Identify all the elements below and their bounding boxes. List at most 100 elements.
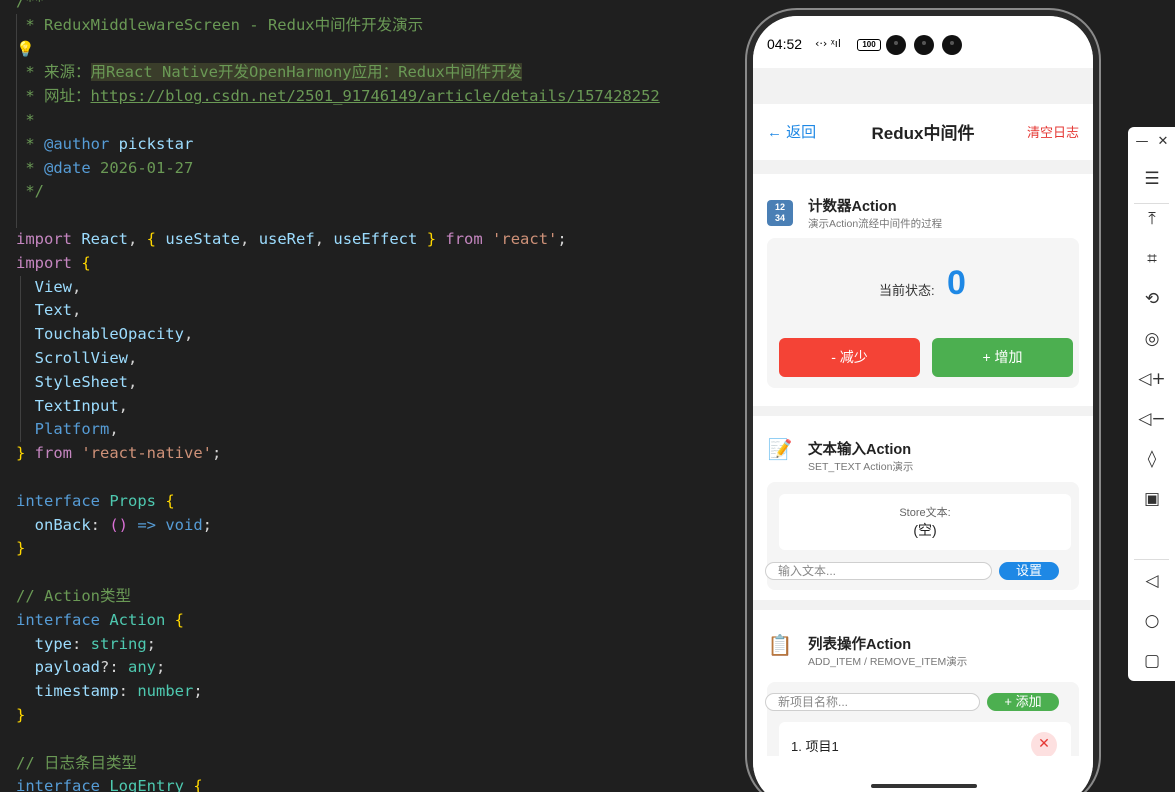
volume-up-icon[interactable]: ◁+ xyxy=(1138,365,1166,393)
code-token: // 日志条目类型 xyxy=(16,753,137,772)
state-value: 0 xyxy=(947,264,966,302)
close-icon[interactable]: ✕ xyxy=(1154,133,1172,151)
devices-icon[interactable]: ▣ xyxy=(1138,485,1166,513)
camera-icon xyxy=(942,35,962,55)
code-token: TextInput xyxy=(16,396,119,415)
nav-bar: ← 返回 Redux中间件 清空日志 xyxy=(753,104,1093,160)
clipboard-icon: 📋 xyxy=(767,633,793,657)
code-token: useRef xyxy=(258,229,315,248)
camera-icon xyxy=(886,35,906,55)
recents-icon[interactable]: ▢ xyxy=(1138,647,1166,675)
code-token: { xyxy=(156,491,175,510)
code-token: , xyxy=(109,420,119,439)
list-panel: 新项目名称... + 添加 1. 项目1 ✕ xyxy=(765,682,1079,756)
card-title: 计数器Action xyxy=(808,199,897,215)
code-token: TouchableOpacity xyxy=(16,325,184,344)
battery-icon: 100 xyxy=(857,39,881,51)
pin-top-icon[interactable]: ⤒ xyxy=(1138,205,1166,233)
crop-icon[interactable]: ⌗ xyxy=(1138,245,1166,273)
card-title: 文本输入Action xyxy=(808,442,912,458)
code-token: } xyxy=(16,705,26,724)
code-line: 💡 xyxy=(16,38,660,62)
code-token: , xyxy=(314,229,334,248)
code-token: from xyxy=(25,444,73,463)
code-line: TouchableOpacity, xyxy=(16,323,660,347)
item-input[interactable]: 新项目名称... xyxy=(765,693,980,711)
card-subtitle: 演示Action流经中间件的过程 xyxy=(808,218,943,230)
code-editor[interactable]: /** * ReduxMiddlewareScreen - Redux中间件开发… xyxy=(0,0,745,792)
code-token: payload xyxy=(16,658,100,677)
rotate-icon[interactable]: ⟲ xyxy=(1138,285,1166,313)
code-token: 'react' xyxy=(482,229,558,248)
shake-icon[interactable]: ◊ xyxy=(1138,445,1166,473)
home-indicator[interactable] xyxy=(871,784,977,788)
code-line: type: string; xyxy=(16,633,660,657)
code-token: , xyxy=(183,325,194,344)
code-token: number xyxy=(137,682,194,701)
minimize-icon[interactable]: — xyxy=(1133,133,1151,151)
status-time: 04:52 xyxy=(767,36,803,52)
list-item: 1. 项目1 ✕ xyxy=(779,722,1071,756)
code-token: string xyxy=(90,634,147,653)
delete-icon[interactable]: ✕ xyxy=(1031,732,1057,756)
text-input[interactable]: 输入文本... xyxy=(765,562,992,580)
code-line: * xyxy=(16,109,660,133)
set-button[interactable]: 设置 xyxy=(999,562,1059,580)
screenshot-icon[interactable]: ◎ xyxy=(1138,325,1166,353)
text-card: 📝 文本输入Action SET_TEXT Action演示 Store文本: … xyxy=(753,416,1093,600)
code-token: { xyxy=(184,777,203,792)
code-token: StyleSheet xyxy=(16,372,128,391)
code-token: 用React Native开发OpenHarmony应用：Redux中间件开发 xyxy=(90,63,523,82)
code-line: } xyxy=(16,704,660,728)
volume-down-icon[interactable]: ◁− xyxy=(1138,405,1166,433)
code-token: useState xyxy=(156,229,241,248)
code-token: interface xyxy=(16,610,100,629)
code-token: timestamp xyxy=(16,682,119,701)
code-token: onBack xyxy=(16,515,91,534)
code-token: /** xyxy=(16,0,44,10)
increment-button[interactable]: + 增加 xyxy=(932,338,1073,377)
code-token: 'react-native' xyxy=(72,444,212,463)
code-token: { xyxy=(146,229,157,248)
menu-icon[interactable]: ☰ xyxy=(1138,165,1166,193)
code-line: StyleSheet, xyxy=(16,371,660,395)
code-token: useEffect xyxy=(333,229,418,248)
scroll-content[interactable]: 12 34 计数器Action 演示Action流经中间件的过程 当前状态: 0 … xyxy=(753,160,1093,756)
code-line: // Action类型 xyxy=(16,585,660,609)
store-value: (空) xyxy=(913,522,937,538)
decrement-button[interactable]: - 减少 xyxy=(779,338,920,377)
code-token: Props xyxy=(100,491,156,510)
store-label: Store文本: xyxy=(899,507,951,519)
code-line: * 网址：https://blog.csdn.net/2501_91746149… xyxy=(16,85,659,109)
state-label: 当前状态: xyxy=(879,283,935,298)
code-token: * 网址： xyxy=(16,87,91,106)
code-token: ; xyxy=(156,658,166,677)
numbers-icon: 12 34 xyxy=(767,200,793,226)
code-token: : xyxy=(90,515,110,534)
code-token: ScrollView xyxy=(16,348,128,367)
code-token: * xyxy=(16,134,44,153)
clear-log-button[interactable]: 清空日志 xyxy=(1027,122,1079,141)
code-token: pickstar xyxy=(109,134,194,153)
code-line: Platform, xyxy=(16,418,660,442)
home-icon[interactable]: ○ xyxy=(1138,607,1166,635)
code-line: interface Action { xyxy=(16,609,660,633)
code-token: // Action类型 xyxy=(16,586,131,605)
back-icon[interactable]: ◁ xyxy=(1138,567,1166,595)
add-item-button[interactable]: + 添加 xyxy=(987,693,1059,711)
code-token: , xyxy=(128,229,147,248)
code-token: : xyxy=(72,634,91,653)
code-line: import { xyxy=(16,252,660,276)
code-token: ; xyxy=(557,229,567,248)
code-token: * 来源： xyxy=(16,63,91,82)
counter-panel: 当前状态: 0 - 减少 + 增加 xyxy=(767,238,1079,388)
code-token: } xyxy=(16,539,26,558)
code-token: any xyxy=(128,658,156,677)
code-token: @author xyxy=(44,134,110,153)
status-spacer xyxy=(753,68,1093,104)
code-line: interface Props { xyxy=(16,490,660,514)
code-line: import React, { useState, useRef, useEff… xyxy=(16,228,660,252)
